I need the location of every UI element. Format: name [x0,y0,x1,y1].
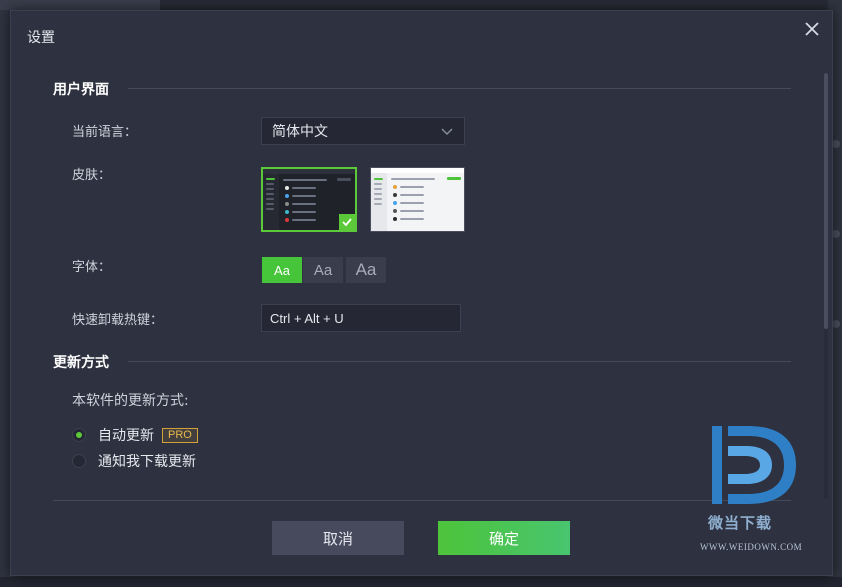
watermark-logo-icon [712,426,796,504]
thumb-line [283,179,327,181]
thumb-line [292,211,316,213]
watermark-url: WWW.WEIDOWN.COM [700,542,803,552]
hotkey-input[interactable]: Ctrl + Alt + U [261,304,461,332]
ok-button[interactable]: 确定 [438,521,570,555]
thumb-line [266,208,274,210]
font-size-small-button[interactable]: Aa [262,257,302,283]
font-size-medium-button[interactable]: Aa [303,257,343,283]
thumb-dot [285,210,289,214]
thumb-dot [393,217,397,221]
thumb-line [337,178,351,181]
radio-selected-dot [76,432,82,438]
skin-light-option[interactable] [370,167,465,232]
thumb-dot [393,209,397,213]
watermark-text: 微当下载 [708,514,773,532]
thumb-dot [393,201,397,205]
thumb-line [391,178,435,180]
section-divider [128,88,791,89]
radio-auto-update[interactable] [72,428,86,442]
thumb-dot [285,194,289,198]
thumb-line [374,188,382,190]
thumb-line [400,210,424,212]
chevron-down-icon [441,128,453,135]
checkmark-icon [342,218,352,227]
notify-update-label: 通知我下载更新 [98,454,196,470]
thumb-line [292,203,316,205]
thumb-line [447,177,461,180]
thumb-line [374,178,383,180]
background-titlebar [0,0,160,10]
update-option-notify[interactable]: 通知我下载更新 [72,451,196,471]
thumb-line [374,203,382,205]
font-label: 字体： [72,260,112,275]
footer-divider [53,500,791,501]
pro-badge: PRO [162,427,198,443]
thumb-dot [393,185,397,189]
language-selected-value: 简体中文 [272,124,328,140]
background-bottom-bar [0,577,842,587]
watermark: 微当下载 WWW.WEIDOWN.COM [698,420,818,560]
thumb-line [292,187,316,189]
thumb-line [400,186,424,188]
thumb-dot [285,186,289,190]
radio-notify-update[interactable] [72,454,86,468]
update-prompt: 本软件的更新方式: [72,393,189,409]
thumb-line [266,183,274,185]
thumb-dot [285,218,289,222]
thumb-line [374,183,382,185]
thumb-dot [393,193,397,197]
thumb-line [266,188,274,190]
section-divider [128,361,791,362]
thumb-sidebar [371,173,387,231]
auto-update-label: 自动更新 [98,428,154,444]
thumb-line [400,218,424,220]
skin-selected-badge [339,214,355,230]
thumb-line [400,194,424,196]
thumb-line [266,193,274,195]
thumb-dot [285,202,289,206]
section-heading-ui: 用户界面 [53,82,109,98]
thumb-line [374,193,382,195]
thumb-line [292,219,316,221]
hotkey-label: 快速卸载热键： [72,313,164,328]
thumb-line [292,195,316,197]
section-heading-update: 更新方式 [53,355,109,371]
thumb-line [266,178,275,180]
thumb-line [266,203,274,205]
thumb-line [266,198,274,200]
thumb-line [374,198,382,200]
update-option-auto[interactable]: 自动更新 PRO [72,425,198,445]
language-select[interactable]: 简体中文 [261,117,465,145]
hotkey-value: Ctrl + Alt + U [270,310,344,326]
language-label: 当前语言： [72,125,138,140]
font-size-large-button[interactable]: Aa [346,257,386,283]
cancel-button[interactable]: 取消 [272,521,404,555]
thumb-line [400,202,424,204]
skin-label: 皮肤： [72,168,112,183]
skin-dark-option[interactable] [261,167,357,232]
